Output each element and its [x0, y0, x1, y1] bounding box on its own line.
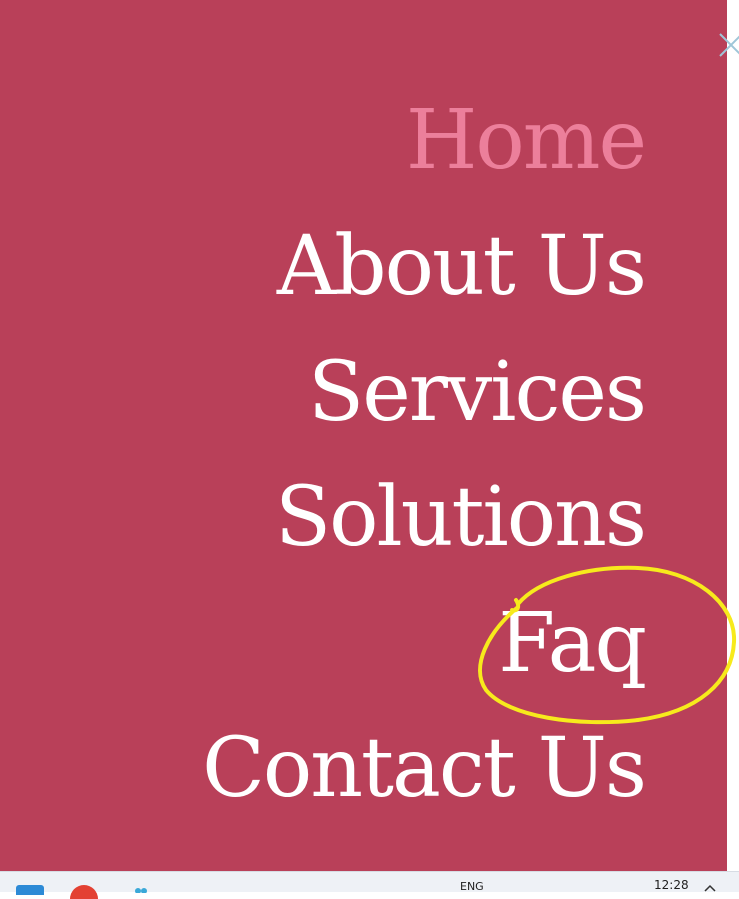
nav-item-services[interactable]: Services: [308, 352, 647, 434]
chrome-icon[interactable]: [70, 885, 98, 899]
close-icon[interactable]: [716, 30, 739, 60]
language-indicator[interactable]: ENG: [460, 880, 484, 893]
nav-item-faq[interactable]: Faq: [498, 603, 647, 685]
windows-taskbar: ENG 12:28: [0, 871, 739, 899]
clock-time[interactable]: 12:28: [654, 878, 689, 892]
nav-item-home[interactable]: Home: [406, 100, 647, 182]
page-edge: [727, 0, 739, 871]
app-icon[interactable]: [128, 885, 152, 893]
nav-item-about-us[interactable]: About Us: [277, 226, 647, 308]
main-navigation: Home About Us Services Solutions Faq Con…: [85, 0, 647, 871]
menu-overlay: Home About Us Services Solutions Faq Con…: [0, 0, 727, 871]
nav-item-solutions[interactable]: Solutions: [275, 477, 647, 559]
file-explorer-icon[interactable]: [16, 885, 44, 895]
nav-item-contact-us[interactable]: Contact Us: [202, 728, 647, 810]
